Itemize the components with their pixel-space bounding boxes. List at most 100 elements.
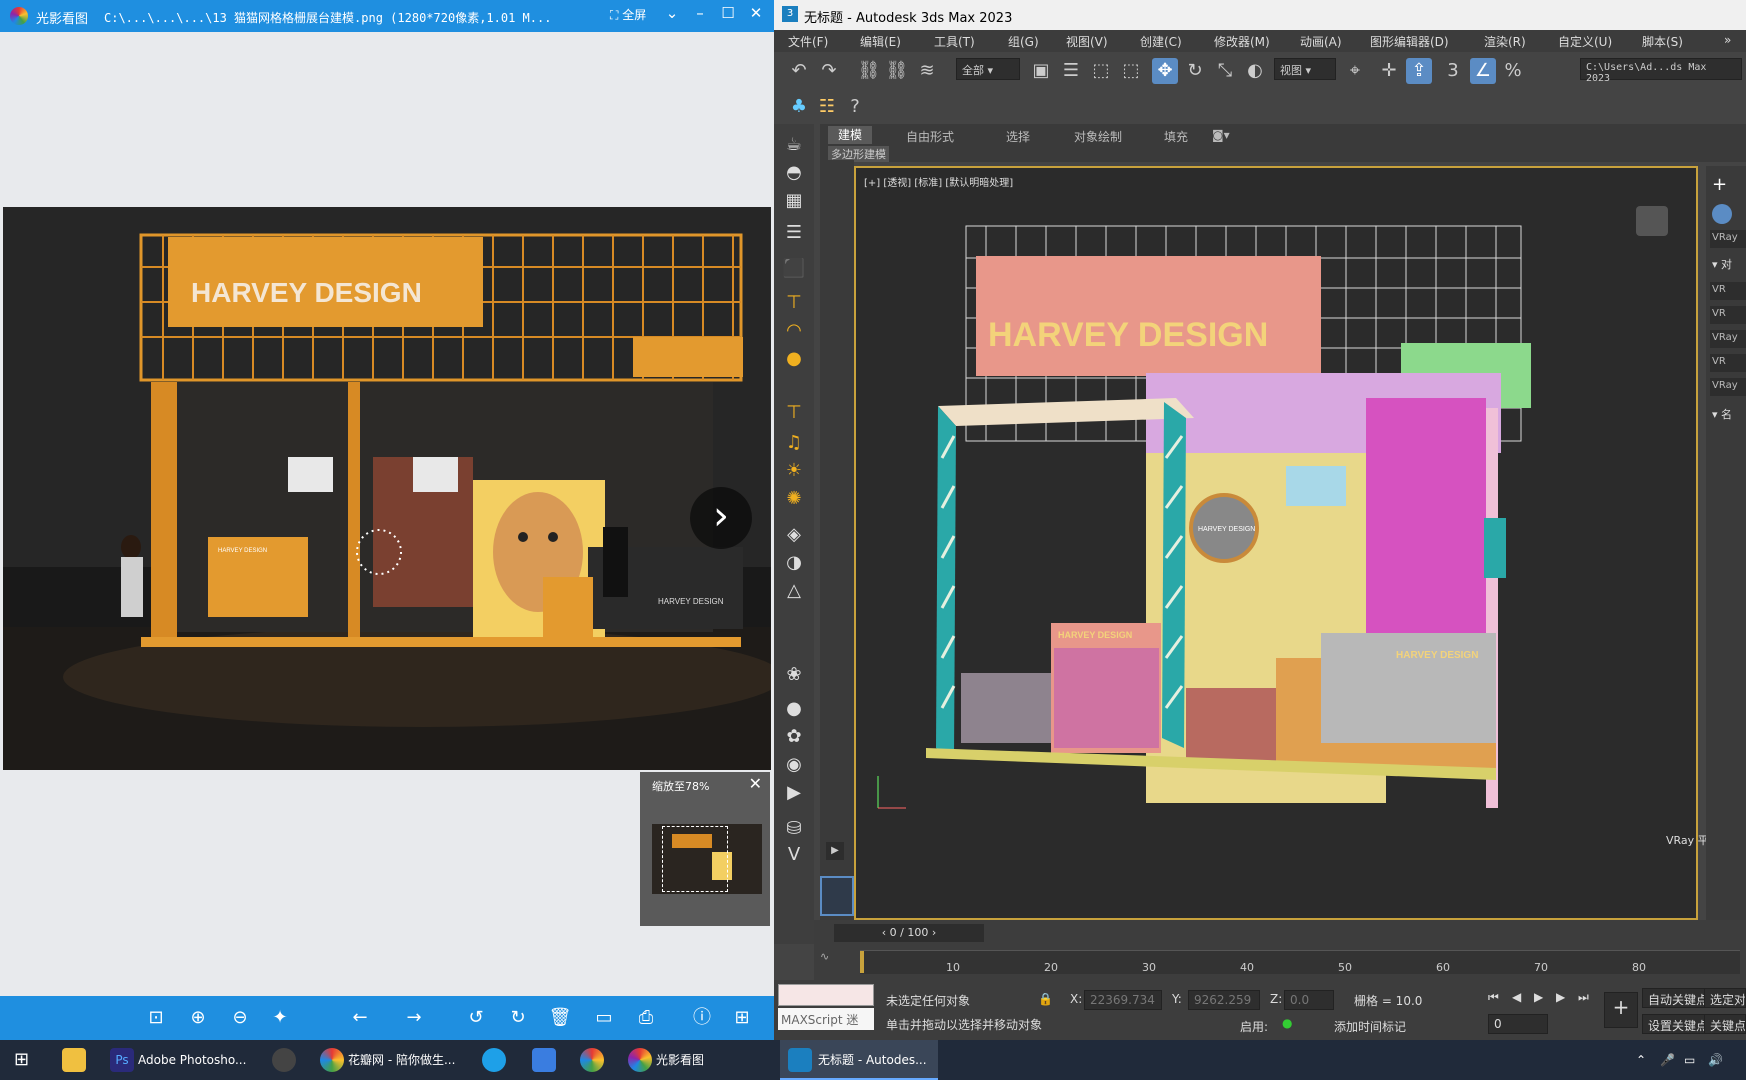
x-field[interactable]: 22369.734	[1084, 990, 1162, 1010]
maxscript-mini[interactable]: MAXScript 迷	[778, 1008, 874, 1030]
fur-icon[interactable]: ◑	[780, 550, 808, 576]
menu-render[interactable]: 渲染(R)	[1484, 33, 1526, 50]
menu-overflow-icon[interactable]: »	[1724, 33, 1731, 47]
y-field[interactable]: 9262.259	[1188, 990, 1260, 1010]
time-slider[interactable]: ‹ 0 / 100 ›	[834, 924, 984, 942]
current-frame-field[interactable]: 0	[1488, 1014, 1548, 1034]
rp-section-name[interactable]: ▾ 名	[1712, 406, 1732, 422]
grid-view-icon[interactable]: ⊞	[728, 1004, 756, 1032]
angle-snap-icon[interactable]: ∠	[1470, 58, 1496, 84]
proxy-icon[interactable]: ◈	[780, 522, 808, 548]
rotate-left-icon[interactable]: ↺	[462, 1004, 490, 1032]
plane-icon[interactable]: △	[780, 578, 808, 604]
taskbar-photoshop[interactable]: Adobe Photosho...	[138, 1040, 246, 1080]
navigator-thumbnail[interactable]	[652, 824, 762, 894]
key-mode-icon[interactable]: +	[1604, 992, 1638, 1028]
selected-object-dropdown[interactable]: 选定对象	[1704, 988, 1746, 1008]
rotate-right-icon[interactable]: ↻	[504, 1004, 532, 1032]
ribbon-tab-selection[interactable]: 选择	[1006, 128, 1030, 145]
camera-icon[interactable]: ⬛	[780, 256, 808, 282]
scale-tool-icon[interactable]: ⤡	[1212, 58, 1238, 84]
taskbar-max-active[interactable]: 无标题 - Autodes...	[780, 1040, 938, 1080]
taskbar-huaban[interactable]: 花瓣网 - 陪你做生...	[348, 1040, 455, 1080]
ref-coord-dropdown[interactable]: 视图 ▾	[1274, 58, 1336, 80]
material-editor-icon[interactable]: ✿	[780, 724, 808, 750]
spot-light-icon[interactable]: ⊤	[780, 290, 808, 316]
close-button[interactable]: ✕	[744, 4, 768, 22]
rect-selection-icon[interactable]: ⬚	[1088, 58, 1114, 84]
prev-icon[interactable]: ←	[346, 1004, 374, 1032]
render-setup-icon[interactable]: ⛁	[780, 816, 808, 842]
viewer-taskbar-icon[interactable]	[628, 1048, 652, 1072]
viewport-layout-button[interactable]	[820, 876, 854, 916]
goto-end-icon[interactable]: ⏭	[1578, 990, 1589, 1005]
close-navigator-icon[interactable]: ✕	[749, 774, 762, 793]
selection-filter-dropdown[interactable]: 全部 ▾	[956, 58, 1020, 80]
geometry-icon[interactable]	[1712, 204, 1732, 224]
ribbon-tab-object-paint[interactable]: 对象绘制	[1074, 128, 1122, 145]
minimize-button[interactable]: –	[688, 4, 712, 22]
selection-lock-icon[interactable]: 🔒	[1038, 992, 1053, 1006]
project-path-dropdown[interactable]: C:\Users\Ad...ds Max 2023	[1580, 58, 1742, 84]
ribbon-tab-populate[interactable]: 填充	[1164, 128, 1188, 145]
bell-light-icon[interactable]: ♫	[780, 430, 808, 456]
play-icon[interactable]: ▶	[1534, 990, 1543, 1004]
edge-icon[interactable]	[482, 1048, 506, 1072]
select-by-name-icon[interactable]: ☰	[1058, 58, 1084, 84]
palette-icon[interactable]: ◉	[780, 752, 808, 778]
dropdown-icon[interactable]: ⌄	[660, 4, 684, 22]
tray-mic-icon[interactable]: 🎤	[1660, 1040, 1675, 1080]
sphere-light-icon[interactable]: ●	[780, 346, 808, 372]
key-filters-button[interactable]: 关键点过滤	[1704, 1014, 1746, 1034]
expand-icon[interactable]: ▶	[826, 842, 844, 860]
tray-network-icon[interactable]: ▭	[1684, 1040, 1695, 1080]
magic-icon[interactable]: ✦	[266, 1004, 294, 1032]
menu-graph-editors[interactable]: 图形编辑器(D)	[1370, 33, 1449, 50]
select-object-icon[interactable]: ▣	[1028, 58, 1054, 84]
rp-item-3[interactable]: VR	[1710, 306, 1746, 324]
next-icon[interactable]: →	[400, 1004, 428, 1032]
rp-item-4[interactable]: VRay	[1710, 330, 1746, 348]
sky-icon[interactable]: ✺	[780, 486, 808, 512]
unlink-icon[interactable]: ⛓	[884, 58, 910, 84]
fullscreen-button[interactable]: ⛶ 全屏	[610, 6, 646, 23]
menu-view[interactable]: 视图(V)	[1066, 33, 1108, 50]
print-icon[interactable]: ⎙	[632, 1004, 660, 1032]
zoom-out-icon[interactable]: ⊖	[226, 1004, 254, 1032]
ies-light-icon[interactable]: ⊤	[780, 400, 808, 426]
create-icon[interactable]: +	[1712, 174, 1727, 195]
redo-icon[interactable]: ↷	[816, 58, 842, 84]
file-explorer-icon[interactable]	[62, 1048, 86, 1072]
menu-create[interactable]: 创建(C)	[1140, 33, 1182, 50]
help-icon[interactable]: ?	[842, 94, 868, 120]
bind-spacewarp-icon[interactable]: ≋	[914, 58, 940, 84]
curve-icon[interactable]: ∿	[820, 950, 829, 963]
list-icon[interactable]: ☰	[780, 220, 808, 246]
taskbar-viewer[interactable]: 光影看图	[656, 1040, 704, 1080]
start-icon[interactable]: ⊞	[14, 1040, 29, 1080]
dome-light-icon[interactable]: ◠	[780, 318, 808, 344]
snap-toggle-icon[interactable]: 3	[1440, 58, 1466, 84]
maxscript-listener[interactable]	[778, 984, 874, 1006]
z-field[interactable]: 0.0	[1284, 990, 1334, 1010]
perspective-viewport[interactable]: [+] [透视] [标准] [默认明暗处理] HARVEY DESIGN HAR…	[854, 166, 1720, 920]
rp-item-6[interactable]: VRay	[1710, 378, 1746, 396]
pivot-icon[interactable]: ⌖	[1342, 58, 1368, 84]
menu-group[interactable]: 组(G)	[1008, 33, 1039, 50]
menu-edit[interactable]: 编辑(E)	[860, 33, 901, 50]
tray-chevron-icon[interactable]: ⌃	[1636, 1040, 1646, 1080]
ribbon-tab-freeform[interactable]: 自由形式	[906, 128, 954, 145]
next-image-button[interactable]: ›	[690, 487, 752, 549]
material-icon[interactable]: ●	[780, 696, 808, 722]
menu-animation[interactable]: 动画(A)	[1300, 33, 1342, 50]
vray-icon[interactable]: V	[780, 842, 808, 868]
rp-item-1[interactable]: VRay	[1710, 230, 1746, 248]
keyboard-shortcut-icon[interactable]: ⇪	[1406, 58, 1432, 84]
zoom-in-icon[interactable]: ⊕	[184, 1004, 212, 1032]
tray-volume-icon[interactable]: 🔊	[1708, 1040, 1723, 1080]
toggle-viewport-icon[interactable]: ▶	[780, 780, 808, 806]
menu-tools[interactable]: 工具(T)	[934, 33, 975, 50]
menu-modifiers[interactable]: 修改器(M)	[1214, 33, 1270, 50]
rp-section-object[interactable]: ▾ 对	[1712, 256, 1732, 272]
prev-frame-icon[interactable]: ◀	[1512, 990, 1521, 1004]
